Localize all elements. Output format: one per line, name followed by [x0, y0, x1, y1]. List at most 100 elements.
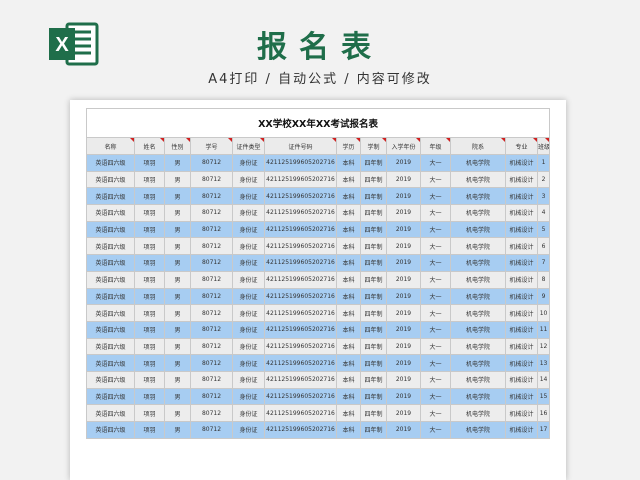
table-cell[interactable]: 大一: [420, 287, 451, 306]
column-header[interactable]: 性别: [164, 137, 191, 155]
table-cell[interactable]: 身份证: [232, 204, 265, 222]
table-cell[interactable]: 80712: [190, 170, 233, 189]
column-header[interactable]: 姓名: [134, 137, 165, 155]
table-cell[interactable]: 项羽: [134, 204, 165, 222]
table-cell[interactable]: 英语四六级: [86, 154, 135, 172]
table-cell[interactable]: 80712: [190, 354, 233, 372]
table-cell[interactable]: 四年制: [360, 387, 387, 406]
table-row[interactable]: 英语四六级 项羽男 80712 身份证 421125199605202716 本科 四年制 2…: [86, 204, 551, 222]
table-cell[interactable]: 13: [536, 354, 551, 372]
table-cell[interactable]: 421125199605202716: [264, 204, 337, 222]
table-cell[interactable]: 男: [164, 320, 191, 339]
column-header[interactable]: 专业: [505, 137, 538, 155]
table-cell[interactable]: 8: [536, 270, 551, 289]
table-cell[interactable]: 大一: [420, 337, 451, 356]
table-cell[interactable]: 机电学院: [450, 421, 506, 439]
table-cell[interactable]: 80712: [190, 254, 233, 272]
table-cell[interactable]: 项羽: [134, 421, 165, 439]
table-cell[interactable]: 四年制: [360, 270, 387, 289]
table-cell[interactable]: 四年制: [360, 320, 387, 339]
table-cell[interactable]: 421125199605202716: [264, 304, 337, 322]
table-cell[interactable]: 英语四六级: [86, 220, 135, 239]
table-cell[interactable]: 本科: [336, 254, 361, 272]
table-cell[interactable]: 机械设计: [505, 254, 538, 272]
table-cell[interactable]: 英语四六级: [86, 421, 135, 439]
table-cell[interactable]: 421125199605202716: [264, 154, 337, 172]
table-cell[interactable]: 机电学院: [450, 170, 506, 189]
table-cell[interactable]: 机械设计: [505, 404, 538, 422]
table-cell[interactable]: 机电学院: [450, 304, 506, 322]
table-cell[interactable]: 英语四六级: [86, 204, 135, 222]
table-cell[interactable]: 17: [536, 421, 551, 439]
table-cell[interactable]: 本科: [336, 370, 361, 389]
table-cell[interactable]: 421125199605202716: [264, 270, 337, 289]
table-cell[interactable]: 机电学院: [450, 187, 506, 206]
table-cell[interactable]: 80712: [190, 237, 233, 256]
table-row[interactable]: 英语四六级 项羽男 80712 身份证 421125199605202716 本科 四年制 2…: [86, 337, 551, 356]
table-cell[interactable]: 英语四六级: [86, 354, 135, 372]
table-cell[interactable]: 身份证: [232, 270, 265, 289]
table-cell[interactable]: 2019: [386, 387, 421, 406]
table-cell[interactable]: 男: [164, 187, 191, 206]
column-header[interactable]: 证件类型: [232, 137, 265, 155]
table-cell[interactable]: 项羽: [134, 270, 165, 289]
table-cell[interactable]: 421125199605202716: [264, 320, 337, 339]
table-cell[interactable]: 身份证: [232, 187, 265, 206]
table-cell[interactable]: 男: [164, 404, 191, 422]
table-cell[interactable]: 本科: [336, 354, 361, 372]
table-cell[interactable]: 421125199605202716: [264, 170, 337, 189]
table-cell[interactable]: 项羽: [134, 220, 165, 239]
table-cell[interactable]: 80712: [190, 204, 233, 222]
table-cell[interactable]: 2019: [386, 287, 421, 306]
table-cell[interactable]: 四年制: [360, 237, 387, 256]
column-header[interactable]: 班级: [536, 137, 551, 155]
table-cell[interactable]: 男: [164, 337, 191, 356]
table-cell[interactable]: 四年制: [360, 421, 387, 439]
table-cell[interactable]: 2019: [386, 204, 421, 222]
table-cell[interactable]: 本科: [336, 154, 361, 172]
table-cell[interactable]: 机电学院: [450, 354, 506, 372]
table-cell[interactable]: 身份证: [232, 387, 265, 406]
table-cell[interactable]: 男: [164, 304, 191, 322]
column-header[interactable]: 入学年份: [386, 137, 421, 155]
table-cell[interactable]: 机电学院: [450, 387, 506, 406]
table-cell[interactable]: 2019: [386, 421, 421, 439]
column-header[interactable]: 证件号码: [264, 137, 337, 155]
table-row[interactable]: 英语四六级 项羽男 80712 身份证 421125199605202716 本科 四年制 2…: [86, 254, 551, 272]
table-cell[interactable]: 2019: [386, 254, 421, 272]
table-cell[interactable]: 12: [536, 337, 551, 356]
table-row[interactable]: 英语四六级 项羽男 80712 身份证 421125199605202716 本科 四年制 2…: [86, 287, 551, 306]
table-cell[interactable]: 1: [536, 154, 551, 172]
table-cell[interactable]: 本科: [336, 237, 361, 256]
table-cell[interactable]: 男: [164, 220, 191, 239]
table-cell[interactable]: 本科: [336, 187, 361, 206]
table-cell[interactable]: 四年制: [360, 370, 387, 389]
table-row[interactable]: 英语四六级 项羽男 80712 身份证 421125199605202716 本科 四年制 2…: [86, 154, 551, 172]
table-cell[interactable]: 机械设计: [505, 387, 538, 406]
table-cell[interactable]: 大一: [420, 304, 451, 322]
table-cell[interactable]: 大一: [420, 320, 451, 339]
table-cell[interactable]: 机电学院: [450, 404, 506, 422]
table-cell[interactable]: 9: [536, 287, 551, 306]
table-cell[interactable]: 男: [164, 387, 191, 406]
table-cell[interactable]: 大一: [420, 187, 451, 206]
table-cell[interactable]: 四年制: [360, 170, 387, 189]
table-cell[interactable]: 身份证: [232, 337, 265, 356]
table-cell[interactable]: 10: [536, 304, 551, 322]
table-cell[interactable]: 四年制: [360, 154, 387, 172]
table-cell[interactable]: 421125199605202716: [264, 370, 337, 389]
table-cell[interactable]: 大一: [420, 254, 451, 272]
column-header[interactable]: 学历: [336, 137, 361, 155]
table-cell[interactable]: 男: [164, 237, 191, 256]
table-cell[interactable]: 项羽: [134, 337, 165, 356]
table-cell[interactable]: 机电学院: [450, 337, 506, 356]
table-cell[interactable]: 16: [536, 404, 551, 422]
table-cell[interactable]: 机电学院: [450, 370, 506, 389]
table-cell[interactable]: 421125199605202716: [264, 287, 337, 306]
table-cell[interactable]: 本科: [336, 320, 361, 339]
table-cell[interactable]: 机电学院: [450, 320, 506, 339]
table-cell[interactable]: 机械设计: [505, 421, 538, 439]
table-cell[interactable]: 4: [536, 204, 551, 222]
table-cell[interactable]: 项羽: [134, 387, 165, 406]
table-cell[interactable]: 5: [536, 220, 551, 239]
